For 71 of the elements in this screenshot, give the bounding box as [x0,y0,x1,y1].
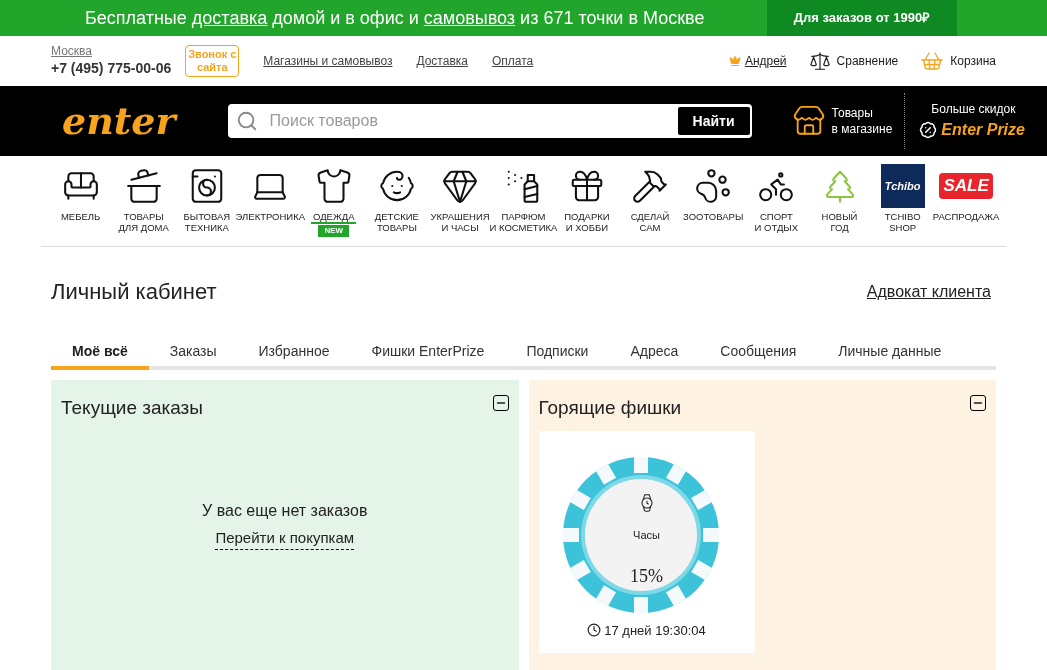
new-badge: NEW [318,225,350,237]
tab[interactable]: Моё всё [51,336,149,370]
category-label: РАСПРОДАЖА [932,211,1000,222]
category-label: ЗООТОВАРЫ [683,211,744,222]
store-link[interactable]: Товары в магазине [831,105,893,137]
chip-name: Часы [632,527,661,543]
tab[interactable]: Личные данные [817,336,963,370]
panel-title: Текущие заказы [61,396,203,420]
tchibo-logo: Tchibo [880,164,925,208]
page-title: Личный кабинет [51,278,217,306]
category-label: СПОРТ И ОТДЫХ [754,211,799,233]
nav-link[interactable]: Доставка [416,52,468,70]
category-link[interactable]: НОВЫЙ ГОД [807,164,872,246]
chip-discount: 15% [629,564,664,588]
clock-icon [587,623,602,638]
cooking-pot-icon [124,167,163,205]
tab[interactable]: Фишки EnterPrize [350,336,506,370]
category-link[interactable]: МЕБЕЛЬ [49,164,113,246]
crown-icon [728,55,741,67]
category-label: ДЕТСКИЕ ТОВАРЫ [374,211,419,233]
search-icon [235,110,258,132]
tab[interactable]: Подписки [505,336,610,370]
nav-link[interactable]: Магазины и самовывоз [263,52,393,70]
search-button[interactable]: Найти [677,107,750,135]
promo-caption: Больше скидок [931,101,1017,118]
user-link[interactable]: Андрей [744,52,787,70]
tab[interactable]: Сообщения [699,336,818,370]
tab[interactable]: Адреса [609,336,700,370]
order-threshold-banner: Для заказов от 1990₽ [767,0,957,36]
category-link[interactable]: СПОРТ И ОТДЫХ [744,164,808,246]
category-label: МЕБЕЛЬ [60,211,101,222]
category-link[interactable]: SALE РАСПРОДАЖА [934,164,998,246]
category-label: УКРАШЕНИЯ И ЧАСЫ [430,211,490,233]
category-label: ЭЛЕКТРОНИКА [235,211,306,222]
category-label: НОВЫЙ ГОД [821,211,858,233]
category-label: СДЕЛАЙ САМ [630,211,670,233]
category-link[interactable]: ЭЛЕКТРОНИКА [238,164,303,246]
category-link[interactable]: ПАРФЮМ И КОСМЕТИКА [491,164,556,246]
category-label: ТОВАРЫ ДЛЯ ДОМА [118,211,169,233]
compare-link[interactable]: Сравнение [836,52,899,70]
tab[interactable]: Избранное [237,336,351,370]
logo[interactable]: enter [62,102,176,140]
percent-badge-icon [919,121,938,139]
chip-timer: 17 дней 19:30:04 [604,621,706,640]
category-link[interactable]: СДЕЛАЙ САМ [618,164,682,246]
category-label: БЫТОВАЯ ТЕХНИКА [183,211,231,233]
nav-link[interactable]: Оплата [492,52,534,70]
category-link[interactable]: ДЕТСКИЕ ТОВАРЫ [365,164,429,246]
panel-title: Горящие фишки [538,396,682,420]
paw-print-icon [694,167,733,205]
store-icon [791,104,826,138]
cart-link[interactable]: Корзина [950,52,996,70]
collapse-button[interactable] [492,395,509,411]
empty-orders-text: У вас еще нет заказов [202,500,368,521]
phone-number: +7 (495) 775-00-06 [51,58,172,78]
category-label: ПАРФЮМ И КОСМЕТИКА [489,211,558,233]
category-label: ПОДАРКИ И ХОББИ [564,211,610,233]
scales-icon [808,50,831,72]
category-link[interactable]: ТОВАРЫ ДЛЯ ДОМА [112,164,176,246]
promo-text: Бесплатные доставка домой и в офис и самовывоз из 671 точки в Москве [85,6,705,30]
shop-link[interactable]: Перейти к покупкам [215,526,355,550]
enter-prize-link[interactable]: Enter Prize [941,118,1025,142]
chip-card[interactable]: Часы 15% 17 дней 19:30:04 [538,430,755,653]
collapse-button[interactable] [970,395,986,411]
tab[interactable]: Заказы [148,336,238,370]
category-label: TCHIBO SHOP [884,211,921,233]
city-link[interactable]: Москва [51,43,92,58]
search-field[interactable]: Поиск товаров Найти [227,104,752,138]
sale-logo: SALE [939,173,993,199]
advocate-link[interactable]: Адвокат клиента [866,279,991,304]
category-link[interactable]: ЗООТОВАРЫ [681,164,745,246]
